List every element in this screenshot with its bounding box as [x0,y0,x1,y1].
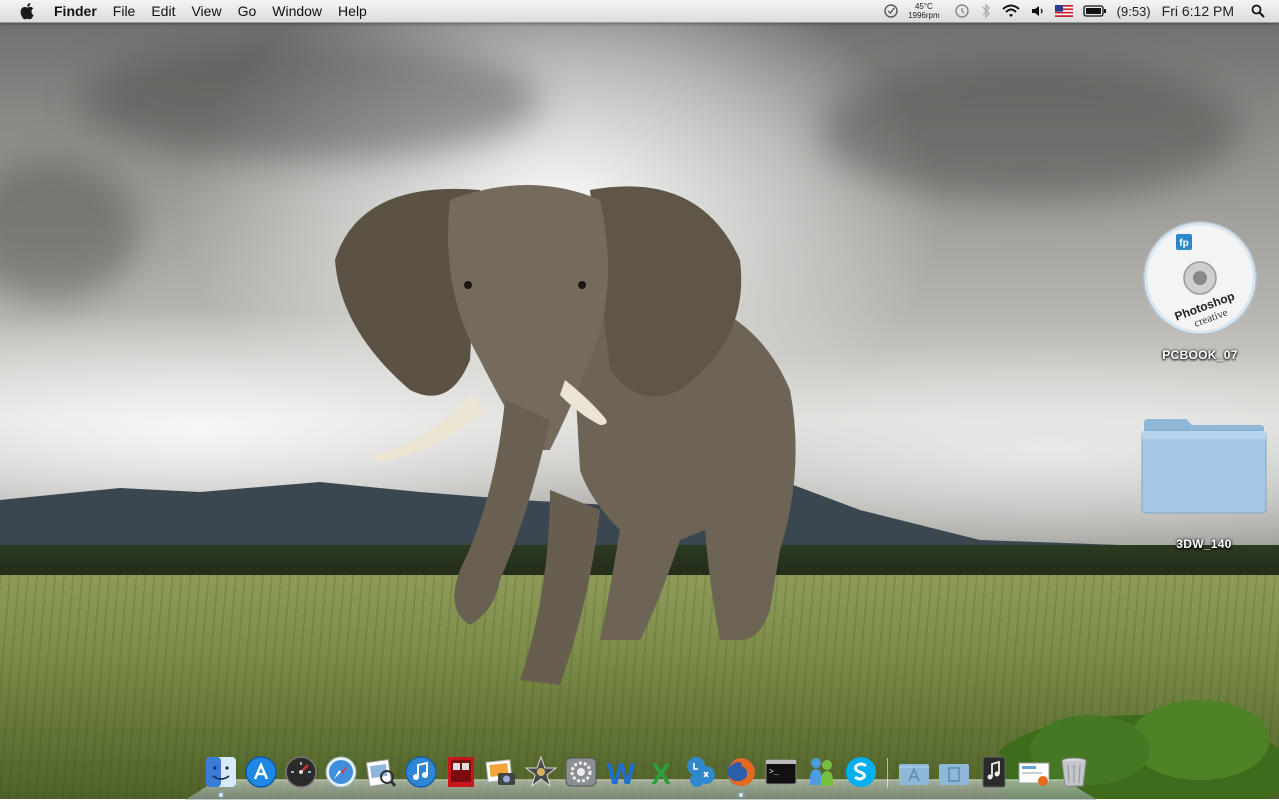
app-store-icon [245,756,277,788]
wallpaper-cloud [820,60,1240,200]
dock-stack-documents[interactable] [936,754,972,790]
dock-microsoft-word[interactable]: W [603,754,639,790]
dock-itunes[interactable] [403,754,439,790]
dock-system-preferences[interactable] [563,754,599,790]
iphoto-icon [485,759,515,785]
imovie-icon [524,755,558,788]
dock-trash[interactable] [1056,754,1092,790]
downloads-stack-icon [1018,762,1050,786]
twitter-icon [687,757,715,787]
dock-iphoto[interactable] [483,754,519,790]
dock-app-store[interactable] [243,754,279,790]
wallpaper-cloud [80,40,540,160]
dock-twitter[interactable] [683,754,719,790]
terminal-glyph: >_ [769,768,779,777]
music-stack-icon [982,756,1006,788]
folder-icon [1141,419,1267,514]
menu-go[interactable]: Go [230,0,265,22]
excel-icon: X [651,758,671,789]
temp-fan-readout[interactable]: 45°C 1996rpm [908,2,940,20]
dock-messenger[interactable] [803,754,839,790]
status-menus: 45°C 1996rpm (9:53) Fri 6:12 PM [878,0,1279,22]
wifi-icon[interactable] [1001,3,1021,19]
wallpaper-elephant [335,185,796,685]
battery-icon[interactable] [1083,5,1107,17]
disc-label: PCBOOK_07 [1162,348,1238,362]
dock-skype[interactable] [843,754,879,790]
desktop-folder-3dw140[interactable]: 3DW_140 [1138,415,1270,551]
us-flag-input-icon[interactable] [1054,5,1073,17]
spotlight-icon[interactable] [1251,4,1265,18]
dock-photo-booth[interactable] [443,754,479,790]
dock-firefox[interactable] [723,754,759,797]
dock-stack-music[interactable] [976,754,1012,790]
dock-stack-downloads[interactable] [1016,754,1052,790]
cpu-temp-text: 45°C [914,2,933,11]
menu-app-finder[interactable]: Finder [54,0,105,22]
dock: W X >_ [201,748,1094,797]
finder-icon [206,757,236,787]
apple-menu-icon[interactable] [19,2,37,20]
menu-file[interactable]: File [105,0,144,22]
safari-icon [325,756,357,788]
skype-icon [846,757,876,787]
trash-icon [1061,757,1087,787]
firefox-icon [727,758,755,786]
dock-preview[interactable] [363,754,399,790]
menu-window[interactable]: Window [264,0,330,22]
word-glyph: W [607,758,636,789]
desktop-disc-pcbook07[interactable]: fp Photoshop creative PCBOOK_07 [1138,220,1262,362]
photo-booth-icon [448,757,474,787]
dock-separator [887,758,888,788]
applications-folder-icon [899,764,929,785]
disc-brand-text: fp [1179,238,1188,249]
disc-icon: fp Photoshop creative [1143,221,1257,335]
itunes-icon [405,756,437,788]
running-indicator [739,793,743,797]
volume-icon[interactable] [1031,4,1045,18]
documents-folder-icon [939,764,969,785]
menu-bar: Finder File Edit View Go Window Help 45°… [0,0,1279,23]
bluetooth-icon[interactable] [981,3,991,19]
terminal-icon: >_ [765,759,797,785]
desktop[interactable] [0,0,1279,799]
menu-view[interactable]: View [183,0,229,22]
system-preferences-icon [565,757,597,787]
running-indicator [219,793,223,797]
dock-stack-applications[interactable] [896,754,932,790]
dashboard-icon [285,756,317,788]
dock-imovie[interactable] [523,754,559,790]
dock-microsoft-excel[interactable]: X [643,754,679,790]
dock-finder[interactable] [203,754,239,797]
menu-edit[interactable]: Edit [143,0,183,22]
time-machine-icon[interactable] [953,3,971,19]
messenger-icon [809,758,834,786]
preview-icon [365,759,397,787]
menubar-clock[interactable]: Fri 6:12 PM [1162,3,1234,19]
excel-glyph: X [651,758,671,789]
dock-dashboard[interactable] [283,754,319,790]
istat-menus-icon[interactable] [883,3,899,19]
menu-help[interactable]: Help [330,0,375,22]
word-icon: W [607,758,636,789]
fan-speed-text: 1996rpm [908,11,940,20]
folder-label: 3DW_140 [1176,537,1232,551]
dock-safari[interactable] [323,754,359,790]
battery-time-text[interactable]: (9:53) [1117,4,1151,19]
dock-terminal[interactable]: >_ [763,754,799,790]
